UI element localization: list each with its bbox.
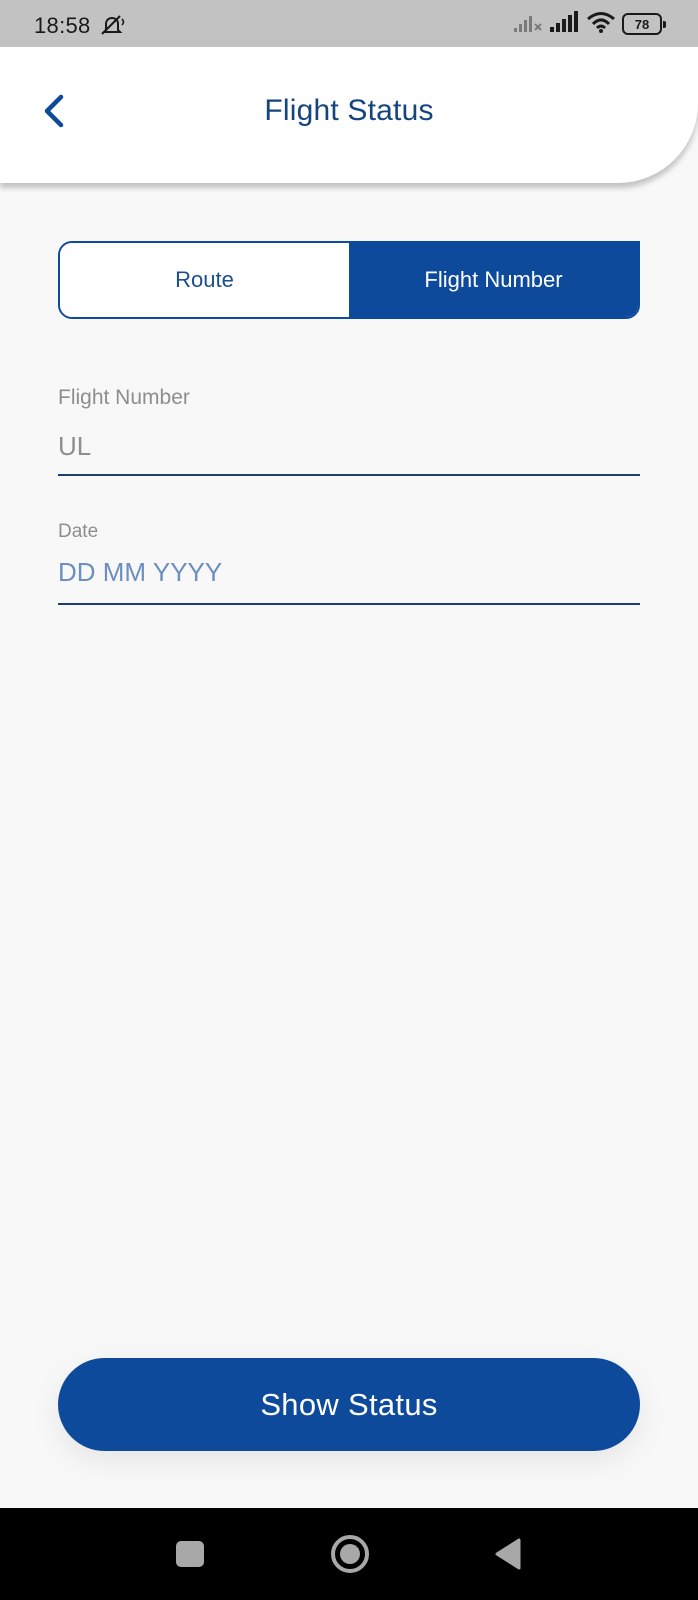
home-dot [340,1544,360,1564]
date-field: Date DD MM YYYY [58,521,640,605]
flight-number-input[interactable] [58,428,640,464]
status-time: 18:58 [34,13,91,38]
flight-status-screen: 18:58 78 Flight Status Route Flight Numb… [0,0,698,1600]
battery-icon: 78 [622,13,666,35]
search-mode-toggle: Route Flight Number [58,241,640,319]
recents-button[interactable] [170,1534,210,1574]
mute-icon [98,13,128,37]
date-label: Date [58,521,99,542]
battery-level: 78 [634,16,650,32]
back-nav-button[interactable] [488,1534,528,1574]
show-status-button[interactable]: Show Status [58,1358,640,1451]
date-underline [58,603,640,605]
date-input[interactable]: DD MM YYYY [58,557,640,593]
tab-flight-number[interactable]: Flight Number [349,243,638,317]
system-nav-bar [0,1508,698,1600]
flight-number-field: Flight Number [58,386,640,476]
triangle-back-icon [495,1538,521,1570]
signal-1-icon [514,11,544,38]
status-icons: 78 [514,10,666,38]
app-header: Flight Status [0,47,698,183]
home-circle-icon [331,1535,369,1573]
square-icon [176,1541,204,1567]
flight-number-underline [58,474,640,476]
wifi-icon [586,11,616,38]
tab-route[interactable]: Route [60,243,349,317]
home-button[interactable] [330,1534,370,1574]
page-title: Flight Status [264,94,434,127]
status-bar: 18:58 78 [0,0,698,47]
flight-number-label: Flight Number [58,386,190,409]
signal-2-icon [550,10,580,38]
